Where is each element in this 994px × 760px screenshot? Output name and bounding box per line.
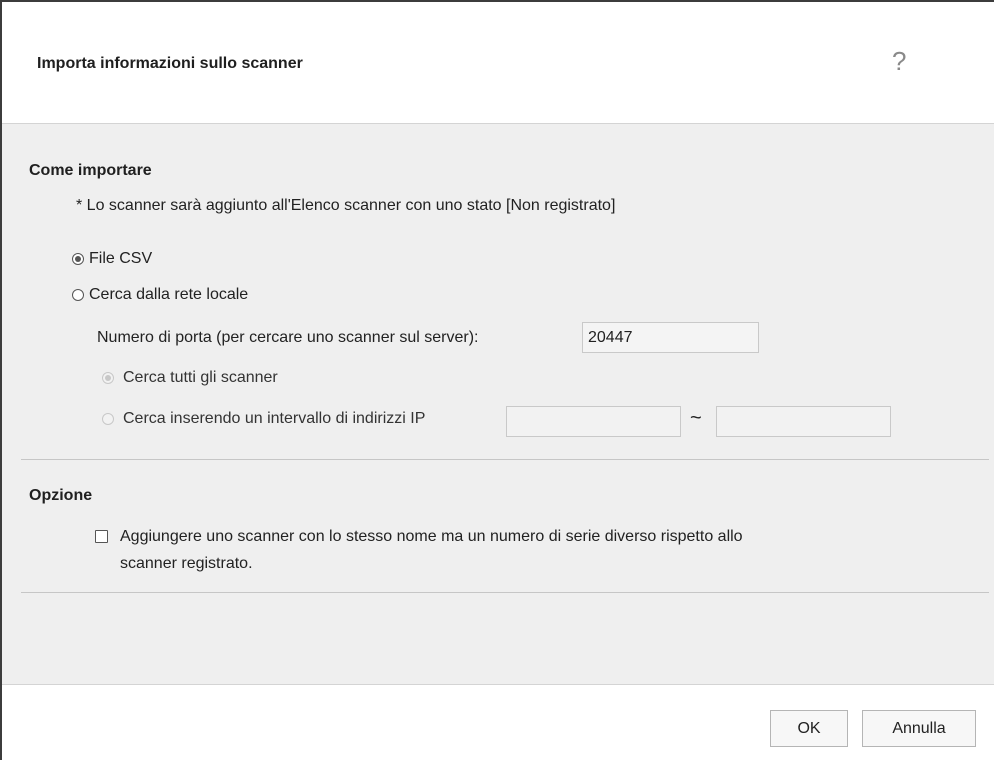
import-scanner-dialog: Importa informazioni sullo scanner ? Com…	[0, 0, 994, 760]
import-note: * Lo scanner sarà aggiunto all'Elenco sc…	[76, 197, 616, 214]
radio-search-all-scanners[interactable]	[102, 372, 114, 384]
ip-range-end-input[interactable]	[716, 406, 891, 437]
section-title-import-method: Come importare	[29, 162, 152, 179]
help-icon[interactable]: ?	[892, 48, 906, 74]
ok-button[interactable]: OK	[770, 710, 848, 747]
radio-csv-file-label[interactable]: File CSV	[89, 250, 152, 268]
radio-local-network[interactable]	[72, 289, 84, 301]
radio-search-ip-range[interactable]	[102, 413, 114, 425]
radio-search-all-scanners-label[interactable]: Cerca tutti gli scanner	[123, 369, 278, 387]
dialog-header: Importa informazioni sullo scanner ?	[2, 2, 994, 123]
radio-search-ip-range-label[interactable]: Cerca inserendo un intervallo di indiriz…	[123, 410, 425, 428]
radio-csv-file[interactable]	[72, 253, 84, 265]
ip-range-start-input[interactable]	[506, 406, 681, 437]
same-name-scanner-label-line2[interactable]: scanner registrato.	[120, 555, 253, 573]
ip-range-separator: ~	[690, 407, 702, 429]
dialog-title: Importa informazioni sullo scanner	[37, 55, 303, 72]
port-number-label: Numero di porta (per cercare uno scanner…	[97, 329, 479, 346]
same-name-scanner-label-line1[interactable]: Aggiungere uno scanner con lo stesso nom…	[120, 528, 743, 546]
radio-local-network-label[interactable]: Cerca dalla rete locale	[89, 286, 248, 304]
section-divider	[21, 459, 989, 460]
section-divider	[21, 592, 989, 593]
dialog-body: Come importare * Lo scanner sarà aggiunt…	[2, 123, 994, 685]
section-title-option: Opzione	[29, 487, 93, 504]
cancel-button[interactable]: Annulla	[862, 710, 976, 747]
same-name-scanner-checkbox[interactable]	[95, 530, 108, 543]
port-number-input[interactable]	[582, 322, 759, 353]
